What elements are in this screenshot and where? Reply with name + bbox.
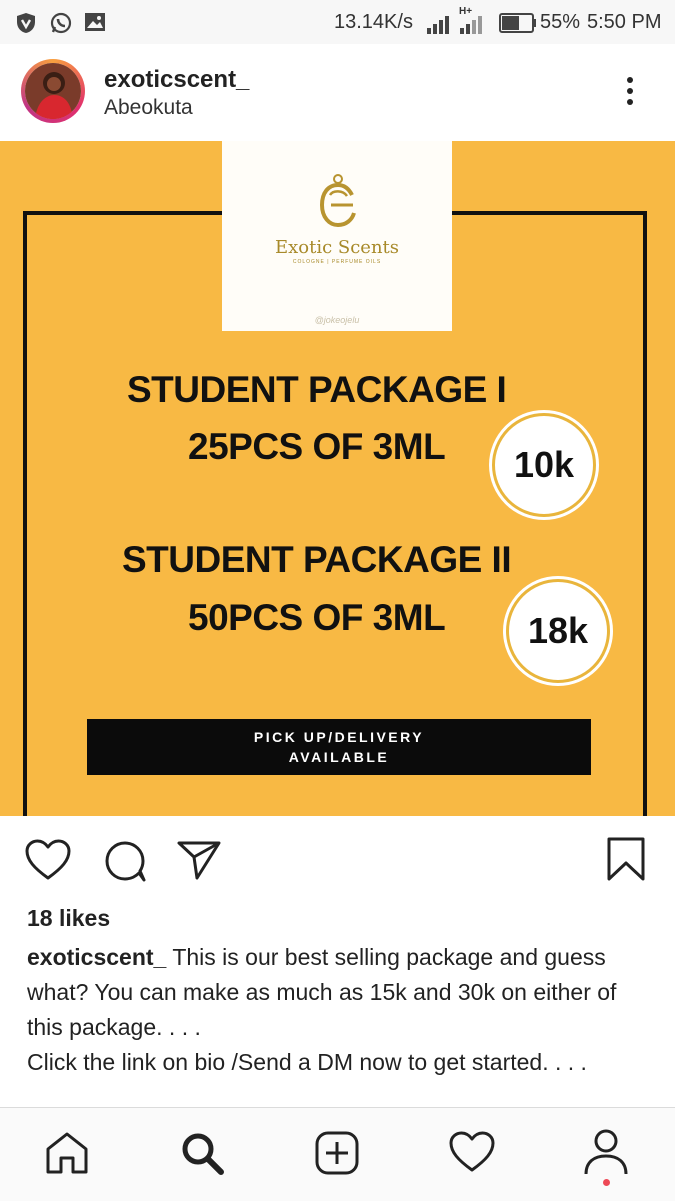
brand-monogram-icon bbox=[319, 174, 356, 228]
battery-icon bbox=[499, 13, 536, 33]
brand-tagline: COLOGNE | PERFUME OILS bbox=[292, 259, 382, 265]
battery-level: 55% bbox=[540, 11, 581, 33]
package-2-title: STUDENT PACKAGE II bbox=[122, 539, 512, 580]
share-direct-icon[interactable] bbox=[176, 838, 222, 882]
post-location[interactable]: Abeokuta bbox=[104, 96, 193, 120]
post-image[interactable]: Exotic Scents COLOGNE | PERFUME OILS @jo… bbox=[0, 141, 675, 816]
vpn-shield-icon bbox=[17, 13, 35, 33]
caption-username[interactable]: exoticscent_ bbox=[27, 944, 166, 970]
like-heart-icon[interactable] bbox=[24, 838, 72, 882]
banner-line-1: PICK UP/DELIVERY bbox=[253, 729, 425, 745]
post-header: exoticscent_ Abeokuta bbox=[0, 44, 675, 140]
package-1-price-badge: 10k bbox=[492, 413, 596, 517]
brand-handle: @jokeojelu bbox=[314, 315, 360, 325]
home-icon[interactable] bbox=[44, 1130, 90, 1176]
post-caption: exoticscent_ This is our best selling pa… bbox=[27, 940, 652, 1080]
save-bookmark-icon[interactable] bbox=[604, 836, 648, 882]
post-actions bbox=[0, 816, 675, 906]
banner-line-2: AVAILABLE bbox=[288, 749, 390, 765]
brand-logo-card: Exotic Scents COLOGNE | PERFUME OILS @jo… bbox=[222, 141, 452, 331]
signal-icon bbox=[460, 16, 482, 34]
caption-text-2: Click the link on bio /Send a DM now to … bbox=[27, 1049, 587, 1075]
like-count[interactable]: 18 likes bbox=[27, 905, 110, 932]
activity-heart-icon[interactable] bbox=[448, 1130, 496, 1174]
add-post-icon[interactable] bbox=[314, 1130, 360, 1176]
package-2-price-badge: 18k bbox=[506, 579, 610, 683]
profile-icon[interactable] bbox=[583, 1128, 629, 1176]
clock: 5:50 PM bbox=[587, 11, 662, 33]
dot bbox=[627, 99, 633, 105]
dot bbox=[627, 77, 633, 83]
package-1-title: STUDENT PACKAGE I bbox=[127, 369, 507, 410]
gallery-icon bbox=[85, 13, 105, 31]
post-username[interactable]: exoticscent_ bbox=[104, 66, 249, 94]
avatar[interactable] bbox=[21, 59, 85, 123]
package-2-detail: 50PCS OF 3ML bbox=[188, 597, 446, 638]
whatsapp-icon bbox=[50, 12, 72, 34]
bottom-navigation bbox=[0, 1107, 675, 1201]
more-options-button[interactable] bbox=[620, 74, 640, 114]
comment-icon[interactable] bbox=[102, 838, 148, 884]
avatar-portrait-icon bbox=[25, 63, 81, 119]
delivery-banner: PICK UP/DELIVERY AVAILABLE bbox=[87, 719, 591, 775]
status-bar: 13.14K/s H+ 55% 5:50 PM bbox=[0, 0, 675, 44]
network-speed: 13.14K/s bbox=[334, 11, 413, 33]
search-icon[interactable] bbox=[179, 1130, 225, 1176]
notification-dot bbox=[603, 1179, 610, 1186]
package-1-detail: 25PCS OF 3ML bbox=[188, 426, 446, 467]
brand-name: Exotic Scents bbox=[274, 237, 400, 258]
avatar-image bbox=[25, 63, 81, 119]
signal-icon bbox=[427, 16, 449, 34]
dot bbox=[627, 88, 633, 94]
